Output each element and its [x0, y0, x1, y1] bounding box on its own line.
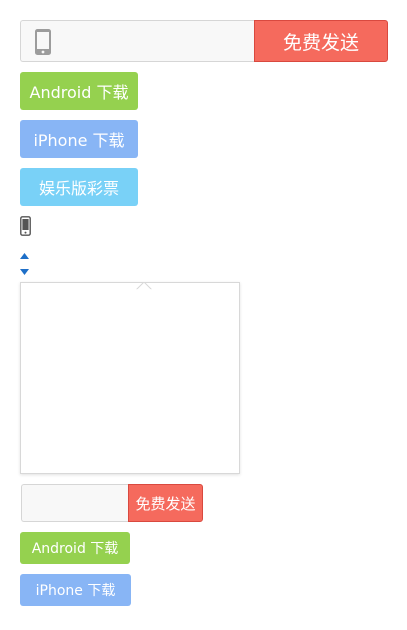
popover-panel — [20, 282, 240, 474]
iphone-download-button[interactable]: iPhone 下载 — [20, 120, 138, 158]
popover-arrow — [134, 275, 154, 291]
caret-up-icon[interactable] — [20, 244, 29, 259]
small-phone-input[interactable] — [21, 484, 128, 522]
mobile-phone-icon — [34, 28, 52, 56]
small-iphone-download-button[interactable]: iPhone 下载 — [20, 574, 131, 606]
lottery-edition-button[interactable]: 娱乐版彩票 — [20, 168, 138, 206]
android-download-button[interactable]: Android 下载 — [20, 72, 138, 110]
small-android-download-button[interactable]: Android 下载 — [20, 532, 130, 564]
small-free-send-button[interactable]: 免费发送 — [128, 484, 203, 522]
phone-input[interactable] — [20, 20, 254, 62]
caret-down-icon[interactable] — [20, 260, 29, 275]
mobile-phone-icon — [20, 216, 31, 236]
free-send-button[interactable]: 免费发送 — [254, 20, 388, 62]
